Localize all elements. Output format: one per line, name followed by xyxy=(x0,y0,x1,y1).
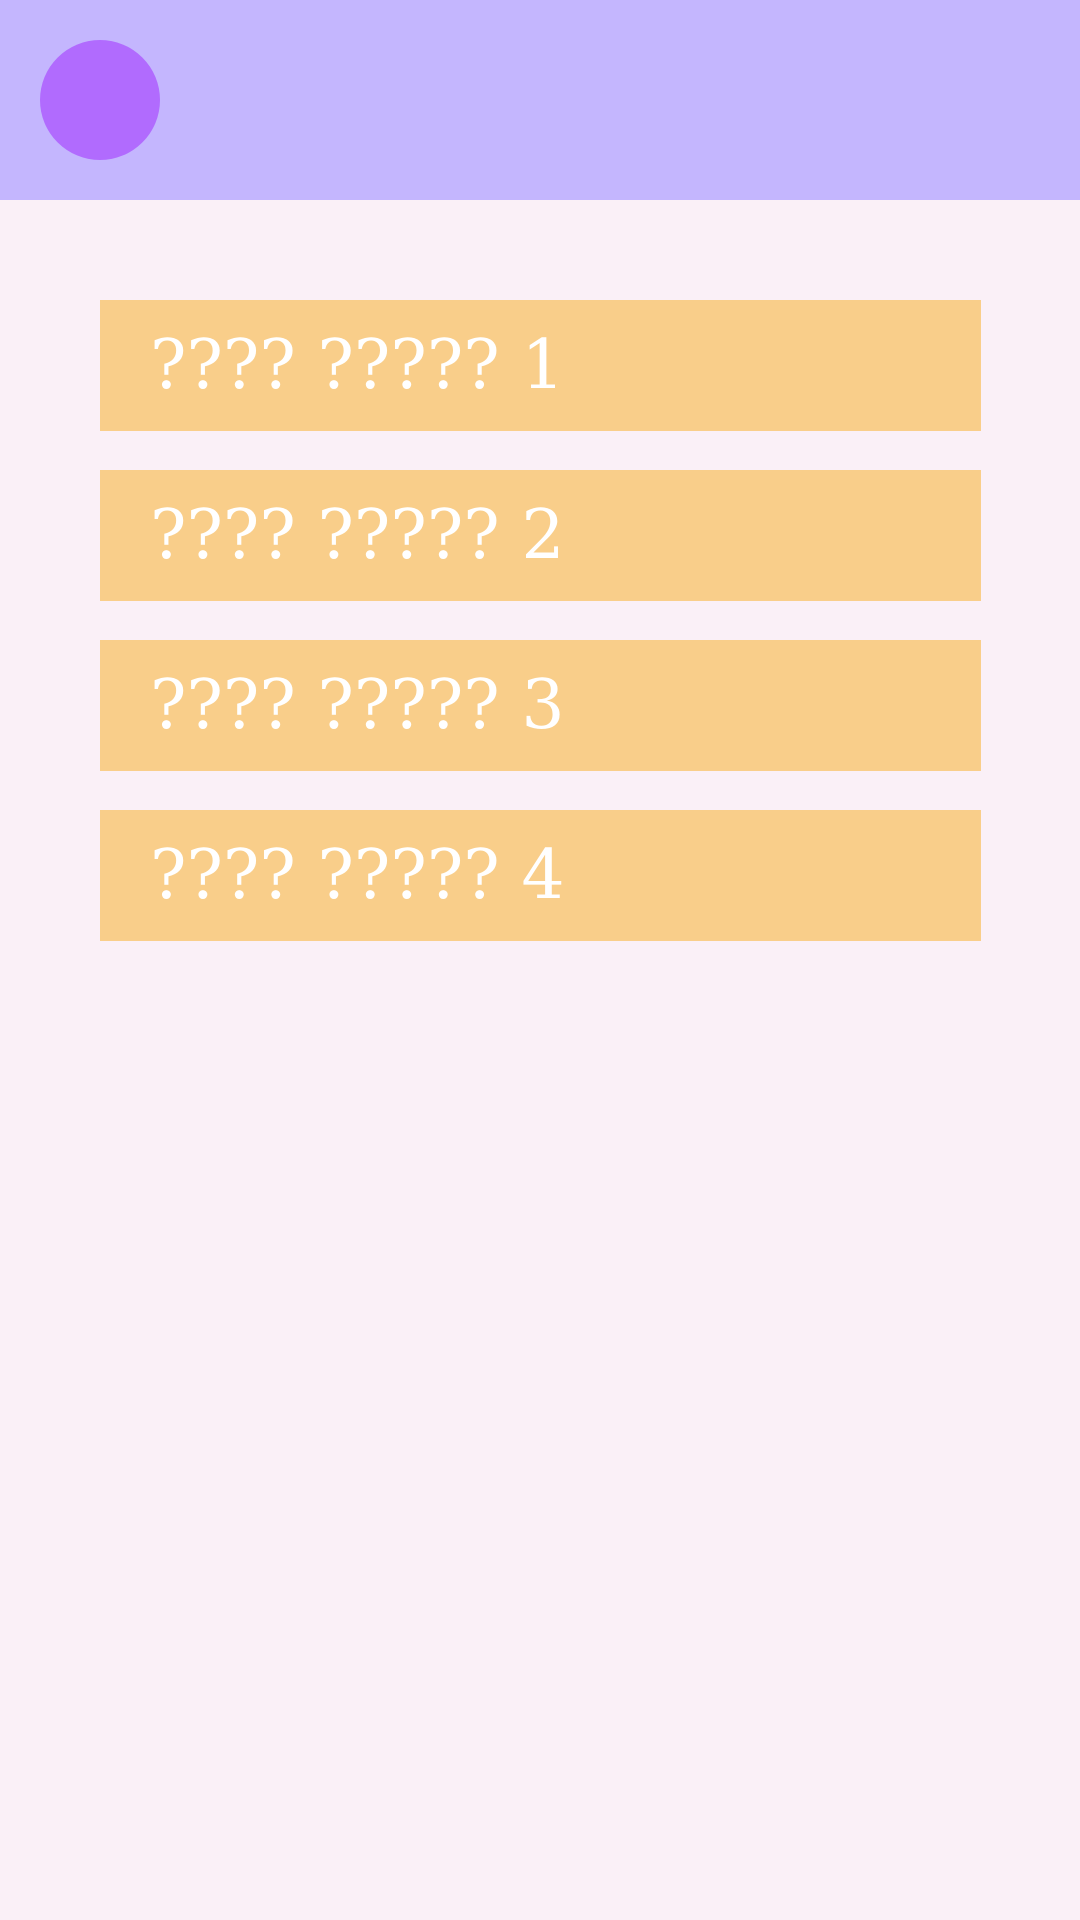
menu-item-4[interactable]: ???? ????? 4 xyxy=(100,810,981,941)
menu-item-2[interactable]: ???? ????? 2 xyxy=(100,470,981,601)
menu-item-label: ???? ????? 4 xyxy=(150,836,565,915)
menu-item-label: ???? ????? 3 xyxy=(150,666,565,745)
app-header xyxy=(0,0,1080,200)
menu-item-label: ???? ????? 2 xyxy=(150,496,565,575)
avatar[interactable] xyxy=(40,40,160,160)
menu-item-1[interactable]: ???? ????? 1 xyxy=(100,300,981,431)
menu-list: ???? ????? 1 ???? ????? 2 ???? ????? 3 ?… xyxy=(100,300,981,980)
menu-item-3[interactable]: ???? ????? 3 xyxy=(100,640,981,771)
menu-item-label: ???? ????? 1 xyxy=(150,326,565,405)
